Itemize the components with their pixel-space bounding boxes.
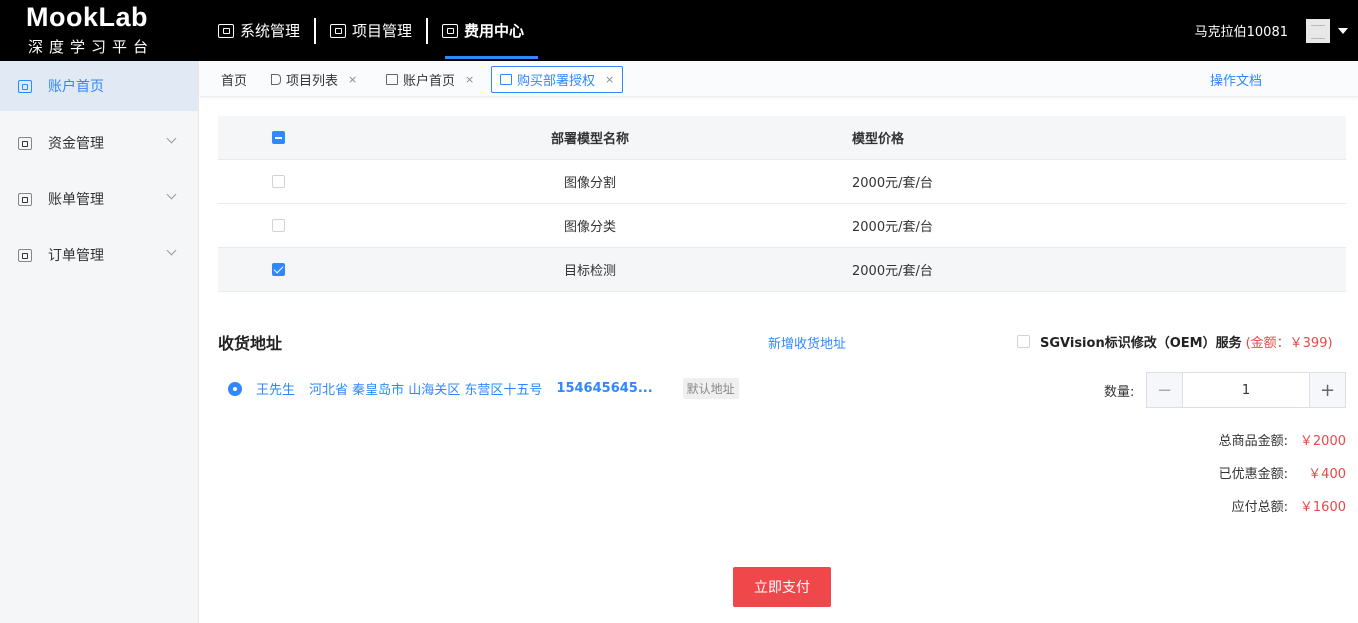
sidebar-item-account-home[interactable]: 账户首页: [0, 61, 198, 111]
monitor-icon: [218, 23, 234, 38]
tab-home[interactable]: 首页: [221, 66, 247, 93]
sidebar-item-funds[interactable]: 资金管理: [0, 115, 198, 171]
nav-project-management[interactable]: 项目管理: [316, 0, 426, 61]
summary-value: ￥1600: [1299, 500, 1346, 515]
sidebar-item-orders[interactable]: 订单管理: [0, 227, 198, 283]
quantity-label: 数量:: [1104, 385, 1135, 400]
summary-label: 已优惠金额:: [1218, 467, 1288, 482]
select-all-checkbox[interactable]: [272, 131, 285, 144]
sidebar: 账户首页 资金管理 账单管理 订单管理: [0, 61, 199, 623]
wallet-icon: [386, 74, 398, 85]
increase-button[interactable]: +: [1309, 373, 1345, 407]
model-name: 图像分类: [563, 220, 616, 235]
oem-label: SGVision标识修改（OEM）服务: [1040, 336, 1242, 351]
docs-link[interactable]: 操作文档: [1210, 70, 1262, 89]
sidebar-item-label: 资金管理: [48, 136, 104, 152]
summary-payable: 应付总额: ￥1600: [1232, 496, 1346, 515]
column-header-name: 部署模型名称: [550, 132, 629, 147]
quantity-stepper[interactable]: − 1 +: [1146, 372, 1346, 408]
summary-label: 总商品金额:: [1218, 434, 1288, 449]
avatar[interactable]: [1306, 18, 1330, 43]
user-menu[interactable]: 马克拉伯10081: [1195, 0, 1358, 61]
nav-label: 系统管理: [240, 22, 301, 40]
row-checkbox[interactable]: [272, 263, 285, 276]
table-row[interactable]: 图像分类 2000元/套/台: [218, 204, 1346, 248]
pay-now-button[interactable]: 立即支付: [733, 567, 831, 607]
caret-down-icon[interactable]: [1338, 27, 1348, 34]
summary-value: ￥2000: [1299, 434, 1346, 449]
model-price: 2000元/套/台: [852, 176, 933, 191]
summary-value: ￥400: [1308, 467, 1346, 482]
tab-project-list[interactable]: 项目列表 ×: [271, 66, 357, 93]
model-table: 部署模型名称 模型价格 图像分割 2000元/套/台 图像分类 2000元/套/…: [218, 116, 1346, 292]
row-checkbox[interactable]: [272, 219, 285, 232]
yen-icon: [442, 23, 459, 38]
logo-text: MookLab: [26, 2, 148, 32]
model-price: 2000元/套/台: [852, 220, 933, 235]
user-name: 马克拉伯10081: [1194, 25, 1288, 40]
recipient-phone: 154645645...: [556, 381, 653, 396]
close-icon[interactable]: ×: [465, 73, 474, 86]
quantity-value[interactable]: 1: [1183, 373, 1309, 407]
funds-icon: [18, 136, 32, 150]
nav-label: 费用中心: [464, 22, 525, 40]
top-nav: 系统管理 项目管理 费用中心: [204, 0, 539, 61]
close-icon[interactable]: ×: [605, 73, 614, 86]
table-row[interactable]: 图像分割 2000元/套/台: [218, 160, 1346, 204]
model-name: 目标检测: [563, 264, 616, 279]
table-row[interactable]: 目标检测 2000元/套/台: [218, 248, 1346, 292]
oem-checkbox[interactable]: [1017, 335, 1030, 348]
tab-bar: 首页 项目列表 × 账户首页 × 购买部署授权 × 操作文档: [200, 61, 1358, 97]
address-location: 河北省 秦皇岛市 山海关区 东营区十五号: [309, 383, 543, 398]
top-bar: MookLab 深度学习平台 系统管理 项目管理 费用中心 马克拉伯10081: [0, 0, 1358, 61]
briefcase-icon: [330, 23, 347, 38]
default-address-badge: 默认地址: [682, 378, 739, 399]
model-price: 2000元/套/台: [852, 264, 933, 279]
column-header-price: 模型价格: [852, 132, 905, 147]
tab-label: 账户首页: [403, 74, 456, 89]
tab-purchase-license[interactable]: 购买部署授权 ×: [491, 66, 624, 93]
table-header: 部署模型名称 模型价格: [218, 116, 1346, 160]
wallet-icon: [18, 79, 32, 93]
sidebar-item-label: 账单管理: [48, 192, 104, 208]
nav-label: 项目管理: [352, 22, 413, 40]
list-icon: [271, 74, 281, 85]
tab-account-home[interactable]: 账户首页 ×: [386, 66, 474, 93]
model-name: 图像分割: [563, 176, 616, 191]
close-icon[interactable]: ×: [348, 73, 357, 86]
recipient-name: 王先生: [256, 383, 296, 398]
row-checkbox[interactable]: [272, 175, 285, 188]
tab-label: 项目列表: [286, 74, 339, 89]
chevron-down-icon: [166, 189, 177, 200]
tab-label: 购买部署授权: [517, 74, 596, 89]
nav-billing-center[interactable]: 费用中心: [428, 0, 539, 61]
address-radio[interactable]: [228, 381, 242, 396]
chevron-down-icon: [166, 133, 177, 144]
tab-label: 首页: [221, 74, 248, 89]
chevron-down-icon: [166, 245, 177, 256]
add-address-link[interactable]: 新增收货地址: [768, 333, 846, 352]
decrease-button[interactable]: −: [1147, 373, 1183, 407]
logo-subtitle: 深度学习平台: [28, 38, 155, 56]
oem-service-option[interactable]: SGVision标识修改（OEM）服务 (金额：￥399): [1017, 332, 1333, 351]
clipboard-icon: [18, 248, 32, 262]
nav-system-management[interactable]: 系统管理: [204, 0, 314, 61]
summary-total: 总商品金额: ￥2000: [1219, 430, 1346, 449]
summary-discount: 已优惠金额: ￥400: [1219, 463, 1346, 482]
address-entry[interactable]: 王先生 河北省 秦皇岛市 山海关区 东营区十五号 154645645... 默认…: [228, 378, 753, 399]
wallet-icon: [500, 74, 512, 85]
sidebar-item-bills[interactable]: 账单管理: [0, 171, 198, 227]
bill-icon: [18, 192, 32, 206]
logo[interactable]: MookLab 深度学习平台: [0, 0, 200, 61]
summary-label: 应付总额:: [1231, 500, 1288, 515]
sidebar-item-label: 订单管理: [48, 248, 104, 264]
section-title-address: 收货地址: [218, 334, 283, 353]
sidebar-item-label: 账户首页: [48, 79, 104, 95]
oem-price: (金额：￥399): [1245, 336, 1333, 351]
